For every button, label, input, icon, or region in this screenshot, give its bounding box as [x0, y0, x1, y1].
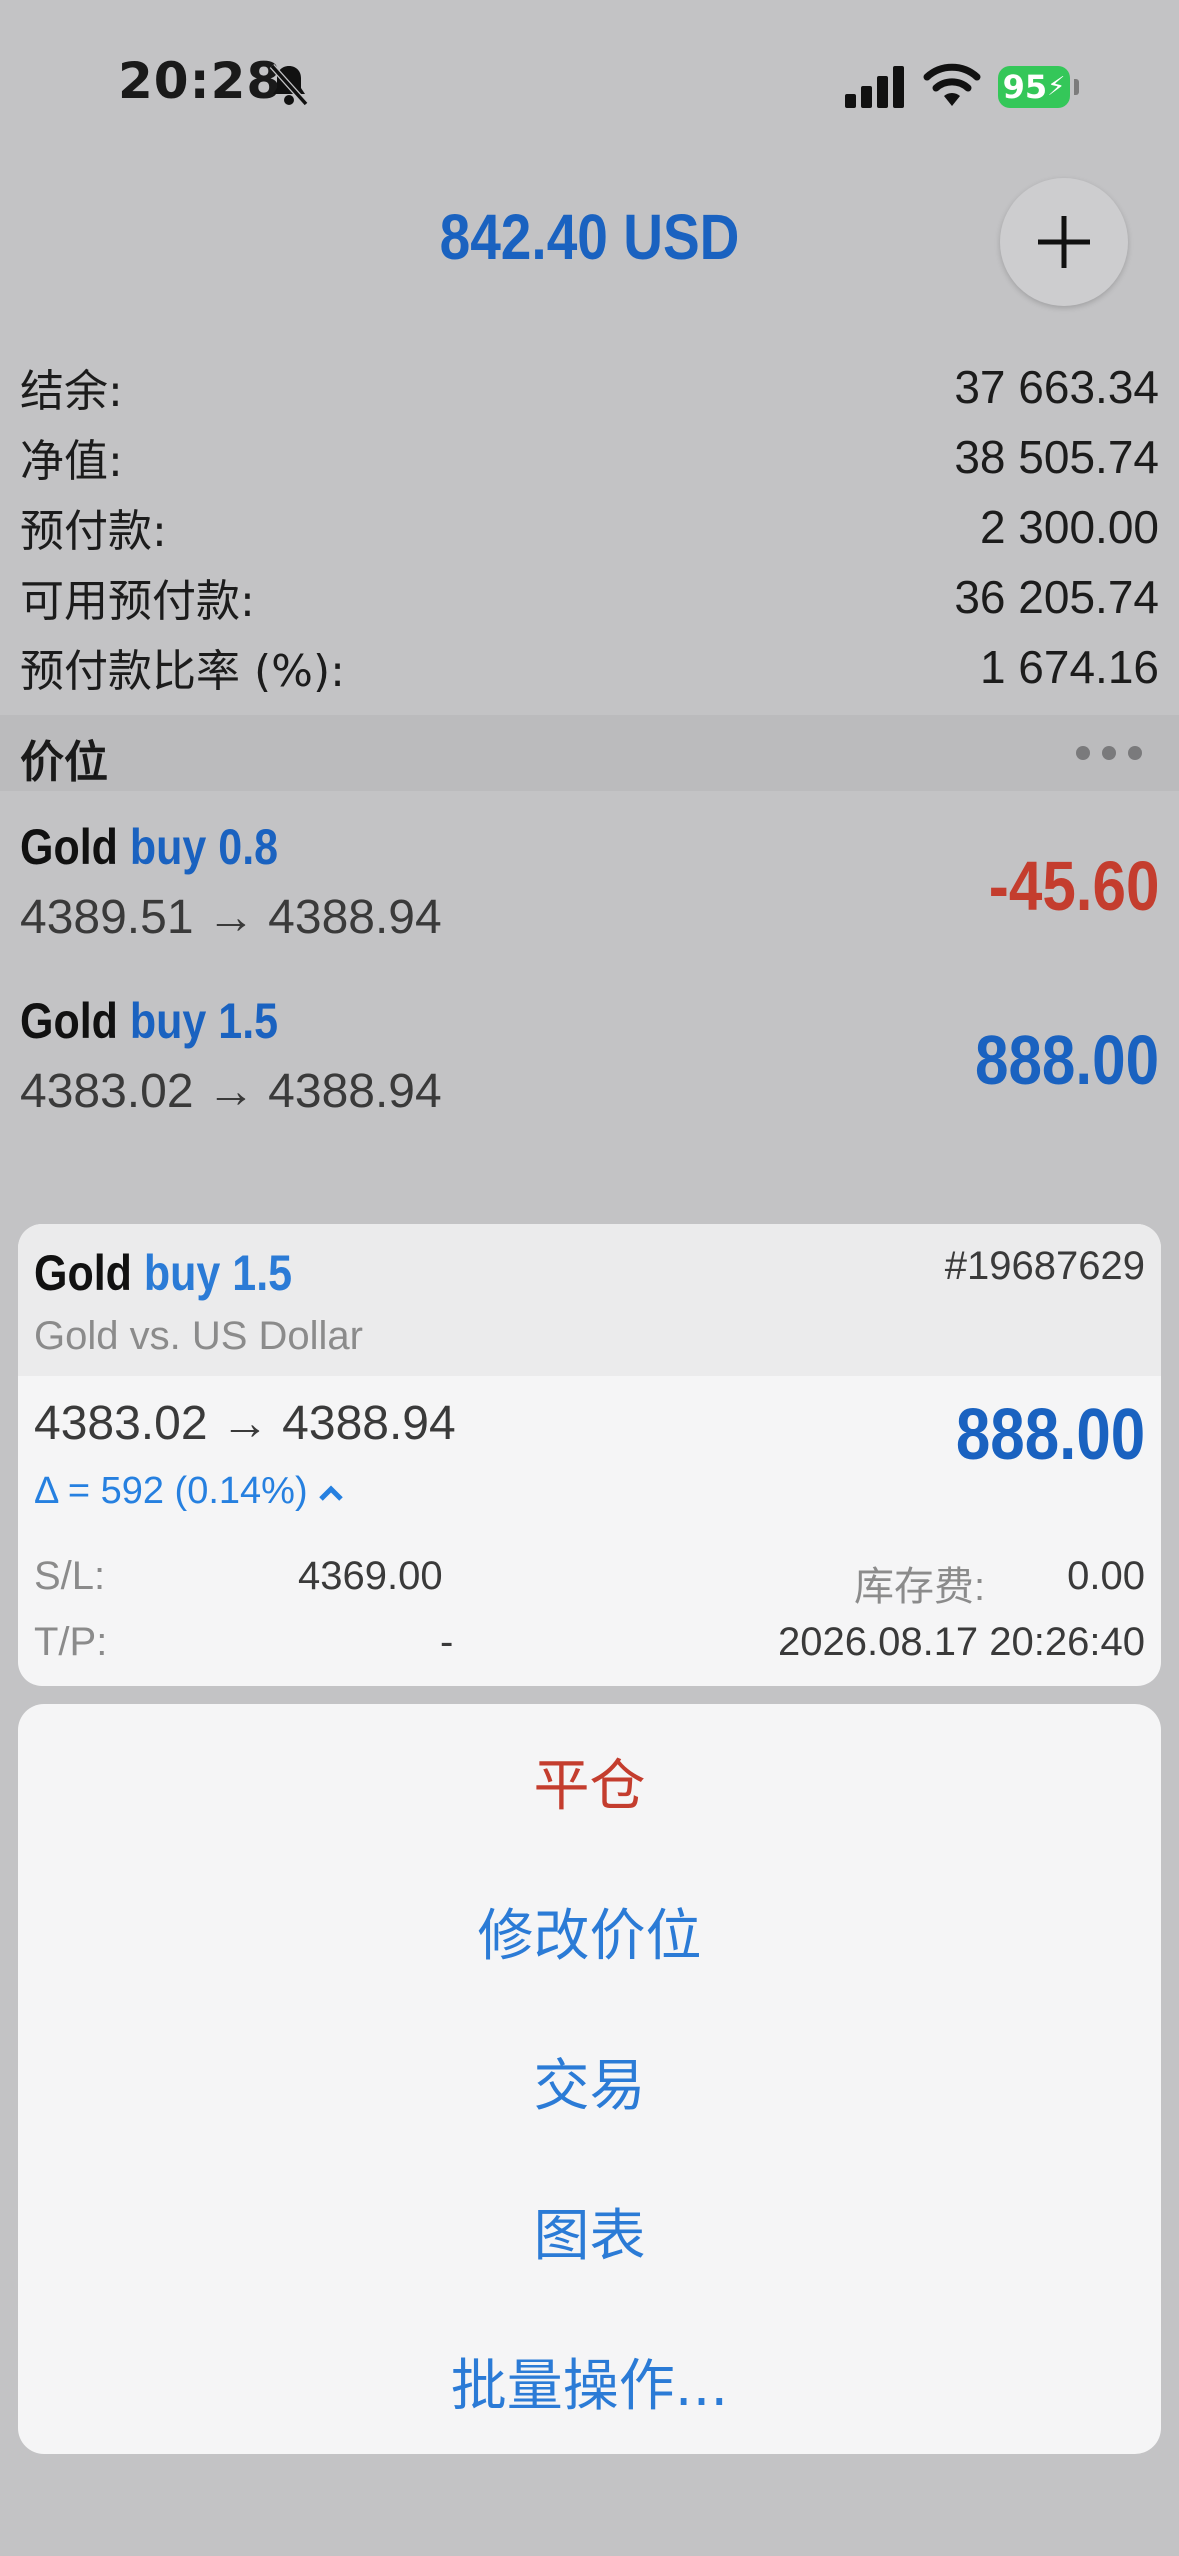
battery-indicator: 95 ⚡ — [998, 66, 1070, 108]
position-symbol: Gold — [20, 993, 118, 1049]
margin-level-row: 预付款比率 (%): 1 674.16 — [20, 632, 1159, 702]
equity-label: 净值: — [20, 436, 123, 487]
swap-label: 库存费: — [854, 1565, 986, 1609]
plus-icon — [1038, 216, 1090, 268]
battery-cap — [1074, 79, 1079, 95]
position-detail-card: Gold buy 1.5 #19687629 Gold vs. US Dolla… — [18, 1224, 1161, 1686]
detail-delta-text: Δ = 592 (0.14%) — [34, 1470, 308, 1512]
position-profit: 888.00 — [974, 1021, 1159, 1099]
position-title: Gold buy 0.8 — [20, 818, 278, 876]
detail-ticket: #19687629 — [944, 1244, 1145, 1288]
detail-side: buy 1.5 — [143, 1245, 293, 1301]
bell-slash-icon — [269, 63, 309, 107]
free-margin-label: 可用预付款: — [20, 576, 255, 627]
balance-value: 37 663.34 — [954, 361, 1159, 413]
wifi-icon — [923, 63, 981, 106]
margin-value: 2 300.00 — [979, 501, 1159, 553]
free-margin-value: 36 205.74 — [954, 571, 1159, 623]
position-title: Gold buy 1.5 — [20, 992, 278, 1050]
position-side: buy 0.8 — [129, 819, 279, 875]
detail-description: Gold vs. US Dollar — [34, 1314, 363, 1358]
positions-section-header — [0, 715, 1179, 791]
free-margin-row: 可用预付款: 36 205.74 — [20, 562, 1159, 632]
position-side: buy 1.5 — [129, 993, 279, 1049]
detail-profit: 888.00 — [955, 1395, 1145, 1475]
detail-title: Gold buy 1.5 — [34, 1244, 292, 1302]
trade-button[interactable]: 交易 — [18, 2006, 1161, 2156]
cellular-signal-icon — [845, 66, 904, 108]
modify-position-button[interactable]: 修改价位 — [18, 1856, 1161, 2006]
more-options-icon[interactable] — [1074, 744, 1144, 762]
tp-value: - — [440, 1620, 454, 1664]
open-time: 2026.08.17 20:26:40 — [777, 1620, 1145, 1664]
close-position-button[interactable]: 平仓 — [18, 1706, 1161, 1856]
position-profit: -45.60 — [988, 847, 1159, 925]
position-row[interactable]: Gold buy 1.5 4383.02 → 4388.94 888.00 — [20, 992, 1159, 1132]
swap-value: 0.00 — [1067, 1554, 1145, 1598]
charging-bolt-icon: ⚡ — [1047, 72, 1066, 102]
margin-level-label: 预付款比率 (%): — [20, 646, 345, 697]
position-prices: 4389.51 → 4388.94 — [20, 891, 442, 944]
chevron-up-icon — [318, 1485, 343, 1501]
detail-prices: 4383.02 → 4388.94 — [34, 1397, 456, 1450]
chart-button[interactable]: 图表 — [18, 2156, 1161, 2306]
balance-label: 结余: — [20, 366, 123, 417]
detail-symbol: Gold — [34, 1245, 132, 1301]
add-order-button[interactable] — [1000, 178, 1128, 306]
position-prices: 4383.02 → 4388.94 — [20, 1065, 442, 1118]
position-row[interactable]: Gold buy 0.8 4389.51 → 4388.94 -45.60 — [20, 818, 1159, 958]
margin-row: 预付款: 2 300.00 — [20, 492, 1159, 562]
positions-title: 价位 — [20, 737, 108, 788]
margin-label: 预付款: — [20, 506, 167, 557]
bulk-operations-button[interactable]: 批量操作... — [18, 2306, 1161, 2456]
balance-row: 结余: 37 663.34 — [20, 352, 1159, 422]
margin-level-value: 1 674.16 — [979, 641, 1159, 693]
equity-row: 净值: 38 505.74 — [20, 422, 1159, 492]
position-symbol: Gold — [20, 819, 118, 875]
sl-label: S/L: — [34, 1554, 106, 1598]
sl-value: 4369.00 — [298, 1554, 443, 1598]
tp-label: T/P: — [34, 1620, 108, 1664]
detail-delta: Δ = 592 (0.14%) — [34, 1470, 344, 1513]
action-sheet: 平仓 修改价位 交易 图表 批量操作... — [18, 1704, 1161, 2454]
equity-value: 38 505.74 — [954, 431, 1159, 483]
battery-level: 95 — [1002, 68, 1048, 106]
header-balance-title: 842.40 USD — [439, 201, 740, 273]
status-time: 20:28 — [118, 52, 283, 110]
